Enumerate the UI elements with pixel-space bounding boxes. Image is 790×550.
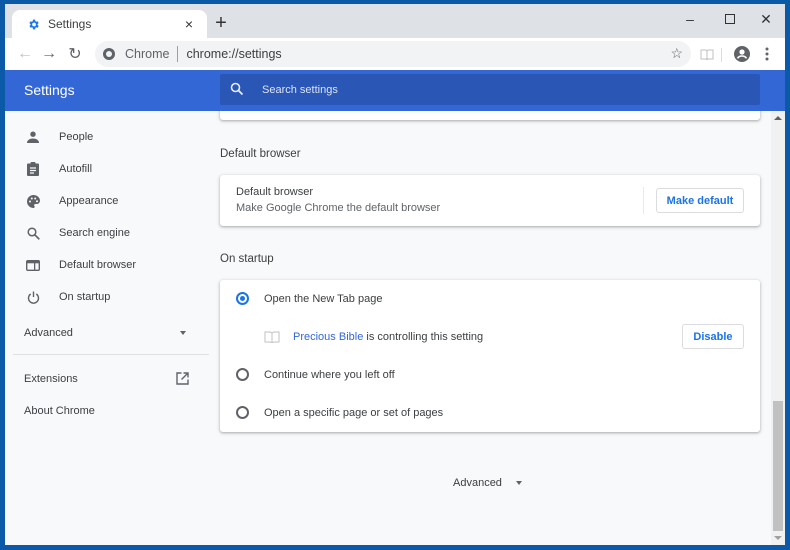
toolbar: ← → ↻ Chrome chrome://settings ☆ [5, 38, 785, 70]
sidebar-item-label: People [59, 131, 94, 143]
tab-settings[interactable]: Settings × [12, 10, 207, 38]
new-tab-button[interactable]: + [211, 13, 231, 33]
bookmark-star-icon[interactable]: ☆ [670, 45, 683, 62]
search-icon [230, 82, 246, 98]
sidebar-item-on-startup[interactable]: On startup [5, 282, 210, 312]
search-settings-input[interactable]: Search settings [220, 74, 760, 105]
browser-window-icon [25, 257, 41, 273]
advanced-toggle-button[interactable]: Advanced [453, 477, 522, 489]
sidebar-item-search-engine[interactable]: Search engine [5, 218, 210, 248]
minimize-button[interactable]: – [673, 8, 707, 30]
tab-title: Settings [48, 17, 92, 31]
default-browser-row-subtitle: Make Google Chrome the default browser [236, 202, 441, 214]
extension-name-link[interactable]: Precious Bible [293, 331, 363, 343]
chrome-page-icon [103, 48, 115, 60]
profile-avatar-icon[interactable] [730, 42, 754, 66]
sidebar-item-autofill[interactable]: Autofill [5, 154, 210, 184]
disable-extension-button[interactable]: Disable [682, 324, 744, 349]
sidebar-extensions-link[interactable]: Extensions [5, 367, 205, 391]
startup-option-continue[interactable]: Continue where you left off [220, 356, 760, 394]
omnibox-chip: Chrome [125, 47, 170, 61]
palette-icon [25, 193, 41, 209]
browser-window: Settings × + – ✕ ← → ↻ Chrome chrome://s… [5, 4, 785, 545]
on-startup-section-title: On startup [220, 253, 274, 265]
book-extension-icon[interactable] [695, 42, 719, 66]
sidebar-extensions-label: Extensions [24, 373, 78, 385]
sidebar-item-label: Default browser [59, 259, 137, 271]
sidebar-about-chrome[interactable]: About Chrome [5, 399, 205, 423]
search-icon [25, 225, 41, 241]
vertical-scrollbar[interactable] [771, 111, 785, 545]
sidebar-item-default-browser[interactable]: Default browser [5, 250, 210, 280]
clipboard-icon [25, 161, 41, 177]
chevron-down-icon [180, 331, 186, 335]
startup-option-specific-pages[interactable]: Open a specific page or set of pages [220, 394, 760, 432]
sidebar-advanced-toggle[interactable]: Advanced [5, 321, 205, 345]
sidebar-about-label: About Chrome [24, 405, 95, 417]
sidebar-item-people[interactable]: People [5, 122, 210, 152]
maximize-button[interactable] [713, 8, 747, 30]
forward-button[interactable]: → [37, 42, 61, 66]
reload-button[interactable]: ↻ [63, 42, 87, 66]
url-text[interactable]: chrome://settings [186, 47, 281, 61]
radio-unselected[interactable] [236, 406, 249, 419]
address-bar[interactable]: Chrome chrome://settings ☆ [95, 41, 691, 67]
sidebar-item-appearance[interactable]: Appearance [5, 186, 210, 216]
gear-icon [26, 17, 40, 31]
omnibox-separator [177, 46, 179, 62]
tab-strip: Settings × + – ✕ [5, 4, 785, 38]
make-default-button[interactable]: Make default [656, 188, 744, 213]
person-icon [25, 129, 41, 145]
startup-option-new-tab[interactable]: Open the New Tab page [220, 280, 760, 318]
row-separator [643, 187, 644, 214]
extension-control-notice: Precious Bible is controlling this setti… [220, 318, 760, 356]
startup-option-label: Open a specific page or set of pages [264, 407, 444, 419]
default-browser-card: Default browser Make Google Chrome the d… [220, 175, 760, 226]
radio-unselected[interactable] [236, 368, 249, 381]
scroll-up-arrow-icon[interactable] [774, 116, 782, 120]
book-extension-icon [264, 330, 280, 348]
search-placeholder: Search settings [262, 83, 338, 96]
startup-option-label: Open the New Tab page [264, 293, 383, 305]
page-title: Settings [24, 82, 75, 98]
sidebar-divider [13, 354, 209, 355]
sidebar: People Autofill Appearance Search engine [5, 111, 210, 545]
scrollbar-thumb[interactable] [773, 401, 783, 531]
advanced-label: Advanced [453, 477, 502, 489]
sidebar-item-label: Appearance [59, 195, 119, 207]
menu-kebab-icon[interactable] [755, 42, 779, 66]
sidebar-advanced-label: Advanced [24, 327, 73, 339]
toolbar-separator [721, 48, 722, 62]
sidebar-item-label: Search engine [59, 227, 130, 239]
sidebar-item-label: Autofill [59, 163, 93, 175]
default-browser-section-title: Default browser [220, 148, 301, 160]
power-icon [25, 289, 41, 305]
sidebar-item-label: On startup [59, 291, 111, 303]
scroll-down-arrow-icon[interactable] [774, 536, 782, 540]
on-startup-card: Open the New Tab page Precious Bible is … [220, 280, 760, 432]
extension-notice-suffix: is controlling this setting [363, 331, 484, 343]
chevron-down-icon [515, 481, 522, 485]
maximize-icon [725, 14, 735, 24]
extension-notice-text: Precious Bible is controlling this setti… [293, 331, 483, 343]
radio-selected[interactable] [236, 292, 249, 305]
back-button[interactable]: ← [13, 42, 37, 66]
close-tab-icon[interactable]: × [181, 16, 197, 32]
startup-option-label: Continue where you left off [264, 369, 395, 381]
settings-content: People Autofill Appearance Search engine [5, 111, 771, 545]
open-in-new-icon [176, 372, 189, 390]
settings-header: Settings Search settings [5, 70, 785, 111]
previous-section-card [220, 111, 760, 120]
close-window-button[interactable]: ✕ [749, 8, 783, 30]
default-browser-row-title: Default browser [236, 186, 314, 198]
